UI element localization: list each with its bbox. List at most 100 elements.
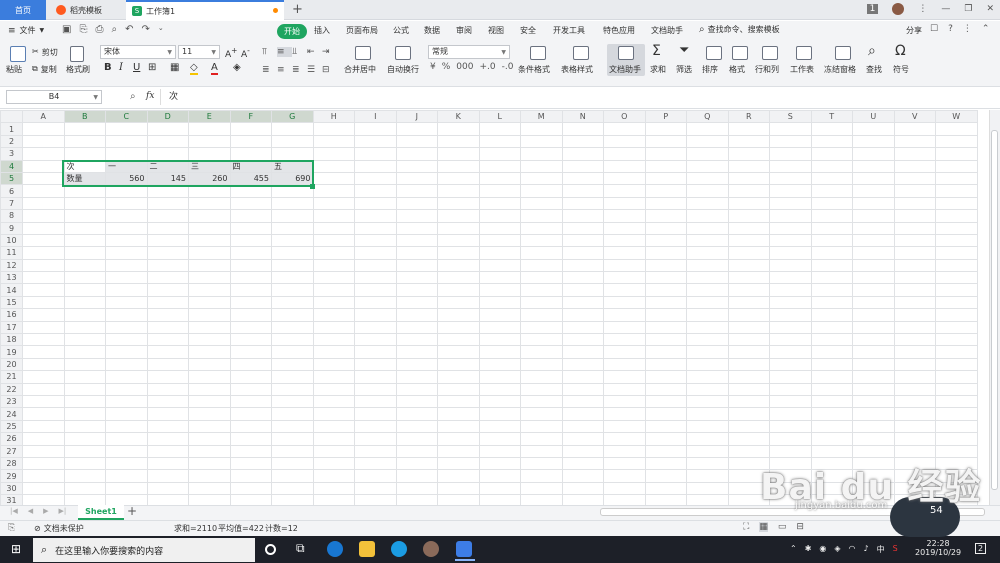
cell-l25[interactable] [478,419,521,434]
cell-e19[interactable] [188,345,231,359]
cell-l21[interactable] [478,370,521,384]
cell-a18[interactable] [22,333,65,347]
cell-k8[interactable] [437,209,480,223]
cell-o13[interactable] [603,271,646,285]
cell-o31[interactable] [603,494,646,505]
cell-s25[interactable] [769,419,812,434]
cell-b15[interactable] [63,295,106,310]
cell-j10[interactable] [395,233,438,248]
cell-g3[interactable] [271,147,314,161]
cell-v9[interactable] [893,221,936,235]
cell-r26[interactable] [727,432,770,446]
cell-l28[interactable] [478,456,521,471]
minimize-icon[interactable]: — [941,4,950,14]
cell-d6[interactable] [146,184,189,198]
cell-c13[interactable] [105,271,148,285]
cell-o9[interactable] [603,221,646,235]
cell-p7[interactable] [644,196,687,211]
cell-d18[interactable] [146,333,189,347]
underline-button[interactable]: U [133,62,140,73]
cell-a2[interactable] [22,134,65,149]
menu-view[interactable]: 视图 [488,25,504,36]
cell-u12[interactable] [852,258,895,273]
print-preview-icon[interactable]: ⌕ [111,24,117,35]
cell-u3[interactable] [852,147,895,161]
cell-c1[interactable] [105,122,148,136]
cell-n14[interactable] [561,283,604,297]
cell-b31[interactable] [63,494,106,505]
cell-h2[interactable] [312,134,355,149]
cell-w26[interactable] [935,432,978,446]
cell-u1[interactable] [852,122,895,136]
cell-q6[interactable] [686,184,729,198]
cell-j31[interactable] [395,494,438,505]
column-header-d[interactable]: D [146,110,189,124]
cell-a30[interactable] [22,481,65,496]
decrease-indent-icon[interactable]: ⇤ [307,47,322,57]
cell-q17[interactable] [686,320,729,335]
cell-r23[interactable] [727,394,770,409]
cell-t7[interactable] [810,196,853,211]
cell-i13[interactable] [354,271,397,285]
cell-a28[interactable] [22,456,65,471]
cell-k17[interactable] [437,320,480,335]
cell-f11[interactable] [229,246,272,260]
cell-r5[interactable] [727,171,770,186]
freeze-panes-button[interactable]: 冻结窗格 [824,64,856,75]
cell-i26[interactable] [354,432,397,446]
cell-q8[interactable] [686,209,729,223]
cell-u23[interactable] [852,394,895,409]
cell-p23[interactable] [644,394,687,409]
cell-l2[interactable] [478,134,521,149]
cell-m18[interactable] [520,333,563,347]
cell-l4[interactable] [478,159,521,173]
row-header-27[interactable]: 27 [0,444,23,458]
cell-p13[interactable] [644,271,687,285]
cell-s2[interactable] [769,134,812,149]
cell-k30[interactable] [437,481,480,496]
cell-e5[interactable]: 260 [188,171,231,186]
menu-start[interactable]: 开始 [277,24,307,39]
cell-e1[interactable] [188,122,231,136]
window-counter[interactable]: 1 [866,4,879,14]
cell-s26[interactable] [769,432,812,446]
row-header-26[interactable]: 26 [0,432,23,446]
cell-s3[interactable] [769,147,812,161]
cell-v18[interactable] [893,333,936,347]
cell-m12[interactable] [520,258,563,273]
column-header-p[interactable]: P [644,110,687,124]
cell-k15[interactable] [437,295,480,310]
cell-f21[interactable] [229,370,272,384]
cell-m28[interactable] [520,456,563,471]
cell-j15[interactable] [395,295,438,310]
cell-r24[interactable] [727,407,770,421]
currency-icon[interactable]: ¥ [430,62,436,72]
cell-t6[interactable] [810,184,853,198]
fill-handle[interactable] [310,183,315,189]
row-header-4[interactable]: 4 [0,159,23,173]
column-header-e[interactable]: E [188,110,231,124]
cell-n8[interactable] [561,209,604,223]
cell-i9[interactable] [354,221,397,235]
fx-button[interactable]: fx [146,91,154,101]
cell-o22[interactable] [603,382,646,397]
cell-s6[interactable] [769,184,812,198]
cell-r25[interactable] [727,419,770,434]
cell-n15[interactable] [561,295,604,310]
cell-q9[interactable] [686,221,729,235]
cell-q28[interactable] [686,456,729,471]
cell-j22[interactable] [395,382,438,397]
cell-u4[interactable] [852,159,895,173]
cell-r4[interactable] [727,159,770,173]
cell-q5[interactable] [686,171,729,186]
row-header-2[interactable]: 2 [0,134,23,149]
cell-b25[interactable] [63,419,106,434]
cell-c23[interactable] [105,394,148,409]
cell-k7[interactable] [437,196,480,211]
cell-k24[interactable] [437,407,480,421]
cell-w5[interactable] [935,171,978,186]
cell-t13[interactable] [810,271,853,285]
cell-b4[interactable]: 次 [63,159,106,173]
cell-d11[interactable] [146,246,189,260]
cell-k4[interactable] [437,159,480,173]
